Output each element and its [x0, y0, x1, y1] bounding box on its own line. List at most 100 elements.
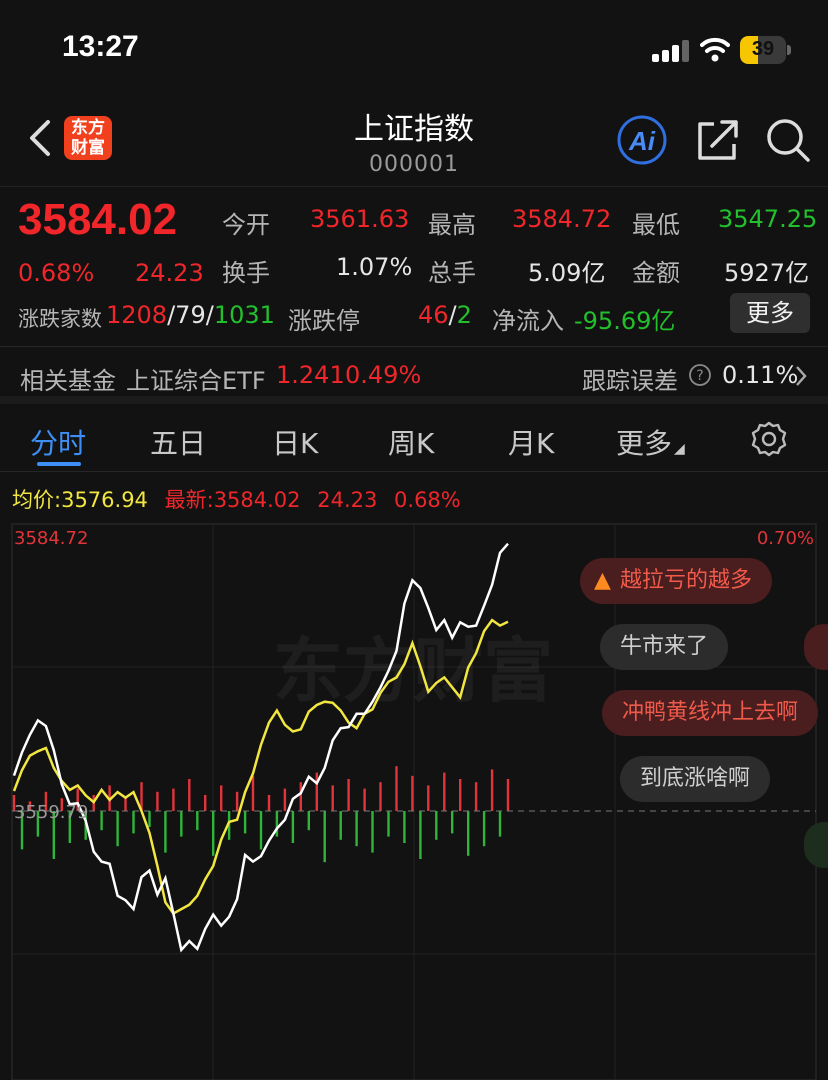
volume-bar	[100, 811, 103, 831]
breadth-values: 1208/79/1031	[106, 301, 275, 329]
volume-bar	[267, 795, 271, 811]
volume-bar	[403, 811, 406, 843]
volume-bar	[243, 811, 247, 834]
more-button[interactable]: 更多	[730, 293, 810, 333]
volume-bar	[435, 811, 438, 840]
volume-value: 5.09亿	[528, 259, 606, 287]
svg-text:Ai: Ai	[628, 126, 656, 156]
wifi-icon	[700, 37, 730, 62]
tab-five-day[interactable]: 五日	[150, 422, 206, 462]
barrage-comment-3[interactable]: 冲鸭黄线冲上去啊	[602, 690, 819, 736]
clock: 13:27	[62, 30, 139, 63]
volume-bar	[315, 772, 318, 811]
volume-bar	[172, 788, 175, 811]
volume-bar	[490, 769, 494, 811]
turnover-value: 1.07%	[336, 253, 413, 281]
barrage-comment-4[interactable]: 到底涨啥啊	[620, 756, 771, 802]
volume-bar	[291, 811, 295, 843]
volume-bar	[212, 811, 215, 856]
volume-bar	[411, 775, 414, 811]
battery-icon: 39	[740, 36, 792, 64]
volume-bar	[235, 791, 239, 811]
volume-bar	[259, 811, 263, 850]
volume-bar	[482, 811, 486, 847]
settings-icon[interactable]	[750, 420, 788, 458]
share-icon[interactable]	[694, 116, 742, 164]
volume-bar	[347, 779, 350, 811]
volume-bar	[427, 785, 430, 811]
open-label: 今开	[222, 211, 270, 239]
volume-bar	[387, 811, 390, 837]
volume-bar	[379, 782, 382, 811]
tab-more[interactable]: 更多 ◢	[616, 422, 685, 462]
fund-percent: 0.49%	[345, 361, 422, 389]
netflow-value: -95.69亿	[574, 307, 676, 335]
volume-bar	[132, 811, 135, 834]
y-top-price-label: 3584.72	[14, 528, 88, 549]
chart-legend: 均价:3576.94 最新:3584.02 24.23 0.68%	[12, 488, 461, 512]
related-fund-row[interactable]: 相关基金 上证综合ETF 1.241 0.49% 跟踪误差 ? 0.11%	[0, 346, 828, 404]
change-percent: 0.68%	[18, 259, 95, 287]
barrage-comment-1[interactable]: ▲ 越拉亏的越多	[580, 558, 773, 604]
volume-bar	[371, 811, 374, 853]
volume-bar	[188, 779, 191, 811]
volume-bar	[204, 795, 207, 811]
volume-bar	[395, 766, 398, 811]
netflow-label: 净流入	[492, 307, 564, 335]
volume-bar	[323, 811, 326, 863]
tab-monthly-k[interactable]: 月K	[508, 422, 554, 462]
help-icon[interactable]: ?	[688, 363, 712, 387]
volume-bar	[148, 811, 151, 827]
volume-bar	[307, 811, 310, 831]
low-value: 3547.25	[718, 205, 818, 233]
volume-bar	[116, 811, 119, 847]
volume-bar	[498, 811, 502, 837]
tab-weekly-k[interactable]: 周K	[388, 422, 434, 462]
turnover-label: 换手	[222, 259, 270, 287]
volume-bar	[363, 788, 366, 811]
intraday-chart[interactable]: 东方财富 3584.72 0.70% 3559.79 ▲ 越拉亏的越多 牛市来了 …	[0, 520, 828, 1080]
current-price: 3584.02	[18, 195, 178, 244]
volume-bar	[331, 785, 334, 811]
amount-value: 5927亿	[724, 259, 810, 287]
tab-daily-k[interactable]: 日K	[272, 422, 318, 462]
volume-bar	[355, 811, 358, 847]
volume-bar	[443, 772, 446, 811]
volume-bar	[299, 782, 302, 811]
tracking-label: 跟踪误差	[582, 367, 678, 395]
status-bar: 13:27 39	[0, 0, 828, 96]
amount-label: 金额	[632, 259, 680, 287]
volume-bar	[451, 811, 454, 834]
volume-bar	[419, 811, 422, 859]
barrage-comment-2[interactable]: 牛市来了	[600, 624, 729, 670]
fund-name: 上证综合ETF	[126, 367, 266, 395]
y-top-percent-label: 0.70%	[757, 528, 814, 549]
quote-panel: 3584.02 0.68% 24.23 今开 3561.63 最高 3584.7…	[0, 186, 828, 346]
volume-bar	[467, 811, 470, 856]
tab-intraday[interactable]: 分时	[30, 422, 86, 462]
chevron-right-icon	[796, 366, 807, 386]
volume-bar	[164, 811, 167, 853]
ai-icon[interactable]: Ai	[612, 114, 672, 166]
breadth-label: 涨跌家数	[18, 307, 102, 331]
battery-level: 39	[751, 38, 775, 60]
firework-icon: ▲	[594, 568, 611, 593]
high-value: 3584.72	[512, 205, 612, 233]
change-value: 24.23	[135, 259, 204, 287]
volume-bar	[339, 811, 342, 840]
fund-label: 相关基金	[20, 367, 116, 395]
volume-bar	[124, 798, 127, 811]
y-base-price-label: 3559.79	[14, 802, 88, 823]
fund-price: 1.241	[276, 361, 345, 389]
tab-underline	[37, 462, 81, 466]
svg-text:?: ?	[696, 368, 703, 384]
volume-bar	[459, 779, 462, 811]
search-icon[interactable]	[764, 116, 812, 164]
volume-label: 总手	[428, 259, 476, 287]
volume-bar	[156, 791, 159, 811]
volume-bar	[196, 811, 199, 831]
signal-icon	[652, 40, 692, 62]
nav-bar: 东方 财富 上证指数 000001 Ai	[0, 96, 828, 184]
volume-bar	[506, 779, 510, 811]
low-label: 最低	[632, 211, 680, 239]
